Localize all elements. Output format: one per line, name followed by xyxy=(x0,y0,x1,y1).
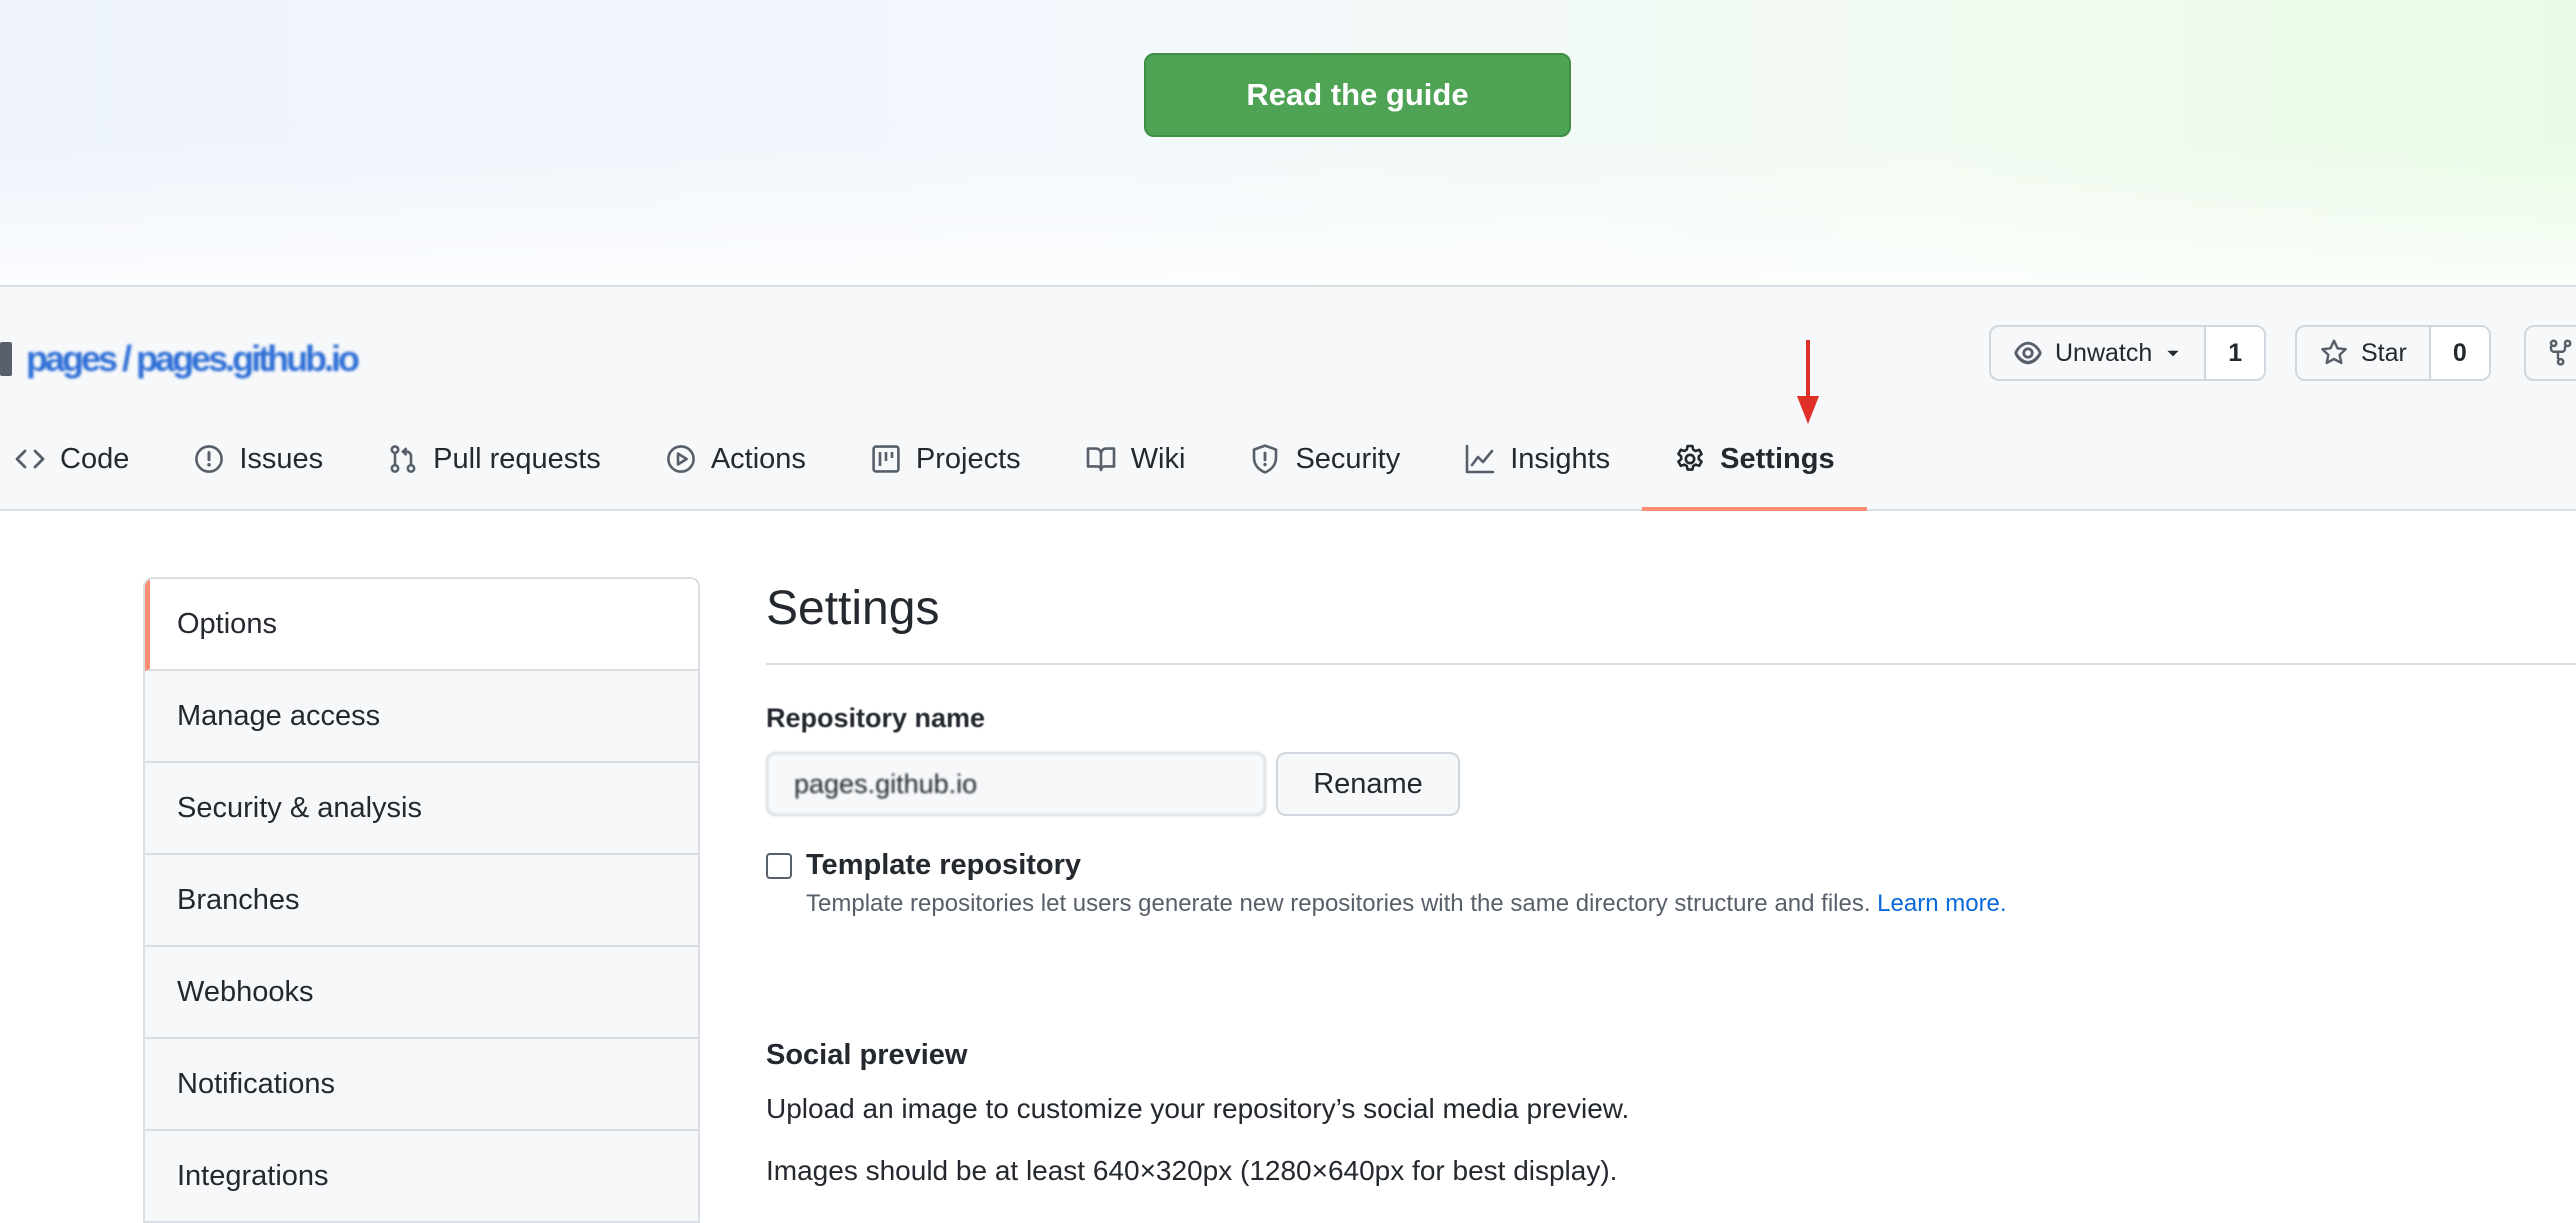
hero-banner: Read the guide xyxy=(0,0,2576,285)
gear-icon xyxy=(1677,444,1704,471)
annotation-arrow-icon xyxy=(1797,340,1819,424)
tab-projects[interactable]: Projects xyxy=(838,411,1053,511)
repository-name-label: Repository name xyxy=(766,703,986,733)
star-label: Star xyxy=(2361,338,2407,367)
tab-insights[interactable]: Insights xyxy=(1432,411,1642,511)
project-icon xyxy=(872,445,900,473)
sidebar-item-options[interactable]: Options xyxy=(145,579,698,671)
watch-button-group: Unwatch 1 xyxy=(1989,325,2267,381)
watchers-count[interactable]: 1 xyxy=(2204,327,2265,379)
fork-button[interactable] xyxy=(2524,325,2576,381)
social-preview-heading: Social preview xyxy=(766,1039,968,1071)
pull-request-icon xyxy=(390,445,416,473)
sidebar-item-security-analysis[interactable]: Security & analysis xyxy=(145,763,698,855)
sidebar-item-branches[interactable]: Branches xyxy=(145,855,698,947)
hero-fade xyxy=(0,140,2576,285)
book-icon xyxy=(1086,447,1115,472)
repo-title: pages / pages.github.io xyxy=(0,335,360,383)
rename-button[interactable]: Rename xyxy=(1276,752,1460,816)
tab-issues[interactable]: Issues xyxy=(161,411,355,511)
tab-pull-requests-label: Pull requests xyxy=(433,442,601,475)
play-icon xyxy=(666,445,695,473)
tab-security-label: Security xyxy=(1295,442,1401,475)
fork-icon xyxy=(2549,339,2572,366)
tab-code-label: Code xyxy=(60,442,130,475)
sidebar-item-integrations[interactable]: Integrations xyxy=(145,1131,698,1223)
title-divider xyxy=(766,663,2576,665)
repo-icon xyxy=(0,342,12,376)
tab-code[interactable]: Code xyxy=(0,411,161,511)
template-repository-checkbox[interactable] xyxy=(766,853,792,879)
tab-settings-label: Settings xyxy=(1720,442,1835,475)
social-preview-size-hint: Images should be at least 640×320px (128… xyxy=(766,1155,1618,1186)
unwatch-label: Unwatch xyxy=(2055,338,2153,367)
social-preview-text: Upload an image to customize your reposi… xyxy=(766,1093,1630,1124)
stars-count[interactable]: 0 xyxy=(2428,327,2489,379)
tab-actions[interactable]: Actions xyxy=(633,411,838,511)
star-button-group: Star 0 xyxy=(2295,325,2491,381)
repository-header: pages / pages.github.io Unwatch 1 Star 0… xyxy=(0,285,2576,511)
star-icon xyxy=(2321,339,2347,365)
caret-down-icon xyxy=(2167,350,2179,357)
tab-wiki-label: Wiki xyxy=(1130,442,1186,475)
sidebar-item-manage-access[interactable]: Manage access xyxy=(145,671,698,763)
sidebar-item-webhooks[interactable]: Webhooks xyxy=(145,947,698,1039)
code-icon xyxy=(15,449,45,469)
tab-actions-label: Actions xyxy=(710,442,806,475)
tab-security[interactable]: Security xyxy=(1217,411,1432,511)
issue-icon xyxy=(195,445,224,473)
star-button[interactable]: Star xyxy=(2297,327,2429,379)
learn-more-link[interactable]: Learn more. xyxy=(1877,890,2006,917)
settings-sidebar: Options Manage access Security & analysi… xyxy=(143,577,700,1223)
read-the-guide-button[interactable]: Read the guide xyxy=(1144,53,1571,137)
template-repository-label[interactable]: Template repository xyxy=(806,849,1081,882)
sidebar-item-notifications[interactable]: Notifications xyxy=(145,1039,698,1131)
unwatch-button[interactable]: Unwatch xyxy=(1991,327,2204,379)
tab-issues-label: Issues xyxy=(239,442,324,475)
tab-insights-label: Insights xyxy=(1510,442,1611,475)
graph-icon xyxy=(1465,444,1495,474)
tab-pull-requests[interactable]: Pull requests xyxy=(355,411,633,511)
page-title: Settings xyxy=(766,582,940,635)
repo-nav-tabs: Code Issues Pull requests Actions Projec… xyxy=(0,411,1867,511)
tab-wiki[interactable]: Wiki xyxy=(1053,411,1218,511)
template-description-text: Template repositories let users generate… xyxy=(806,890,1871,917)
tab-settings[interactable]: Settings xyxy=(1642,411,1867,511)
shield-icon xyxy=(1253,444,1278,474)
template-repository-description: Template repositories let users generate… xyxy=(806,890,2007,918)
eye-icon xyxy=(2014,341,2042,365)
repository-name-input[interactable] xyxy=(766,752,1266,816)
repo-name-link[interactable]: pages / pages.github.io xyxy=(26,338,360,380)
tab-projects-label: Projects xyxy=(915,442,1021,475)
